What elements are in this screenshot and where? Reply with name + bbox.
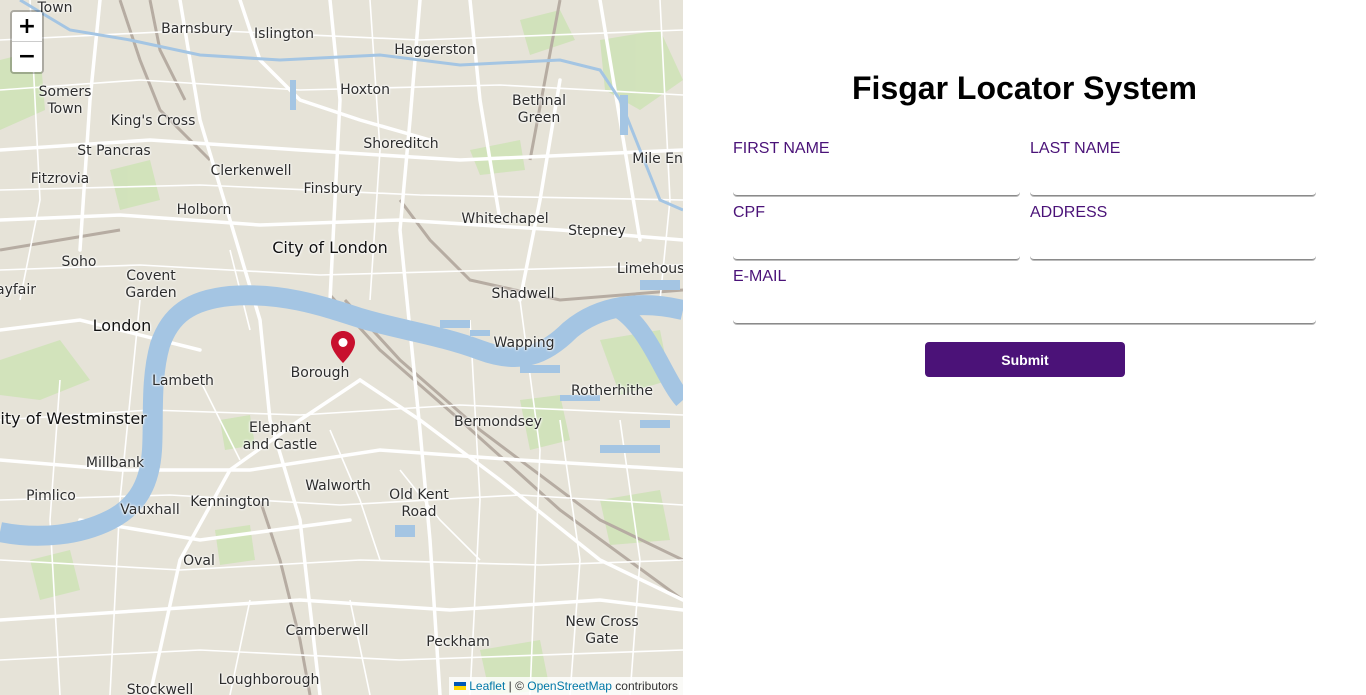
place-label: King's Cross — [110, 113, 196, 129]
place-label: Shadwell — [491, 286, 555, 302]
email-input[interactable] — [733, 296, 1316, 324]
place-label: Stockwell — [126, 682, 194, 695]
submit-button[interactable]: Submit — [925, 342, 1125, 377]
place-label: Walworth — [305, 478, 371, 494]
leaflet-link[interactable]: Leaflet — [469, 679, 505, 693]
place-label: Barnsbury — [161, 21, 233, 37]
cpf-field: CPF — [733, 204, 1020, 260]
place-label: Bethnal Green — [512, 93, 566, 126]
email-field: E-MAIL — [733, 268, 1316, 324]
cpf-input[interactable] — [733, 232, 1020, 260]
map-view[interactable]: Town Barnsbury Islington Haggerston Some… — [0, 0, 683, 695]
place-label: Elephant and Castle — [242, 420, 318, 453]
ukraine-flag-icon — [454, 682, 467, 690]
place-label: New Cross Gate — [565, 614, 639, 647]
first-name-input[interactable] — [733, 168, 1020, 196]
openstreetmap-link[interactable]: OpenStreetMap — [527, 679, 612, 693]
zoom-in-button[interactable]: + — [12, 12, 42, 42]
place-label: Millbank — [85, 455, 145, 471]
address-label: ADDRESS — [1030, 204, 1108, 221]
first-name-field: FIRST NAME — [733, 140, 1020, 196]
place-label: Peckham — [426, 634, 490, 650]
attribution-contributors: contributors — [611, 679, 678, 693]
email-label: E-MAIL — [733, 268, 787, 285]
place-label: St Pancras — [77, 143, 151, 159]
last-name-field: LAST NAME — [1030, 140, 1316, 196]
place-label: Somers Town — [38, 84, 92, 117]
place-label: London — [92, 316, 152, 335]
place-label: Camberwell — [285, 623, 369, 639]
place-label: Soho — [61, 254, 97, 270]
app-page: Town Barnsbury Islington Haggerston Some… — [0, 0, 1366, 695]
place-label: City of London — [272, 238, 388, 257]
map-pin-icon[interactable] — [331, 331, 355, 363]
place-label: Vauxhall — [120, 502, 180, 518]
locator-form: Fisgar Locator System FIRST NAME LAST NA… — [683, 0, 1366, 695]
place-label: Hoxton — [340, 82, 390, 98]
address-input[interactable] — [1030, 232, 1316, 260]
place-label: Old Kent Road — [389, 487, 449, 520]
place-label: Wapping — [493, 335, 555, 351]
place-label: Kennington — [190, 494, 270, 510]
attribution-separator: | © — [505, 679, 528, 693]
place-label: Clerkenwell — [210, 163, 292, 179]
map-attribution: Leaflet | © OpenStreetMap contributors — [449, 677, 683, 695]
place-label: Fitzrovia — [30, 171, 90, 187]
place-label: Haggerston — [394, 42, 476, 58]
place-label: Islington — [254, 26, 314, 42]
place-label: Lambeth — [152, 373, 214, 389]
place-label: Rotherhithe — [571, 383, 653, 399]
place-label: Covent Garden — [125, 268, 177, 301]
place-label: City of Westminster — [0, 409, 147, 428]
place-label: Oval — [183, 553, 215, 569]
place-label: Pimlico — [26, 488, 76, 504]
place-label: ayfair — [0, 282, 37, 298]
place-label: Holborn — [176, 202, 232, 218]
place-label: Shoreditch — [363, 136, 439, 152]
page-title: Fisgar Locator System — [852, 70, 1197, 106]
address-field: ADDRESS — [1030, 204, 1316, 260]
place-label: Loughborough — [218, 672, 320, 688]
zoom-control: + − — [10, 10, 44, 74]
place-label: Mile End — [632, 151, 683, 167]
place-label: Borough — [290, 365, 350, 381]
place-label: Stepney — [568, 223, 626, 239]
place-label: Finsbury — [303, 181, 363, 197]
zoom-out-button[interactable]: − — [12, 42, 42, 72]
first-name-label: FIRST NAME — [733, 140, 830, 157]
place-label: Bermondsey — [454, 414, 542, 430]
last-name-label: LAST NAME — [1030, 140, 1121, 157]
cpf-label: CPF — [733, 204, 765, 221]
place-label: Limehouse — [616, 261, 683, 277]
last-name-input[interactable] — [1030, 168, 1316, 196]
place-label: Whitechapel — [461, 211, 549, 227]
